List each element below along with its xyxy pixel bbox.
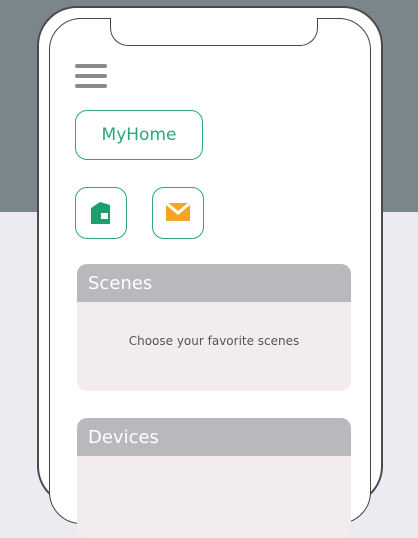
menu-icon[interactable] (75, 64, 107, 92)
phone-frame: MyHome Scenes Choose your favorite scene… (37, 6, 383, 538)
scenes-card-header: Scenes (77, 264, 351, 302)
menu-bar (75, 64, 107, 68)
devices-card[interactable]: Devices (77, 418, 351, 538)
mail-button[interactable] (152, 187, 204, 239)
devices-card-header: Devices (77, 418, 351, 456)
scenes-card-body: Choose your favorite scenes (77, 302, 351, 380)
home-button[interactable] (75, 187, 127, 239)
scenes-description: Choose your favorite scenes (128, 334, 300, 348)
devices-title: Devices (88, 426, 159, 448)
myhome-button[interactable]: MyHome (75, 110, 203, 160)
phone-notch (110, 18, 318, 46)
devices-card-body (77, 456, 351, 534)
home-icon (91, 202, 110, 224)
menu-bar (75, 84, 107, 88)
scenes-title: Scenes (88, 272, 153, 294)
mail-icon (165, 201, 191, 221)
phone-screen: MyHome Scenes Choose your favorite scene… (49, 18, 371, 538)
myhome-label: MyHome (101, 125, 177, 145)
scenes-card[interactable]: Scenes Choose your favorite scenes (77, 264, 351, 391)
menu-bar (75, 74, 107, 78)
